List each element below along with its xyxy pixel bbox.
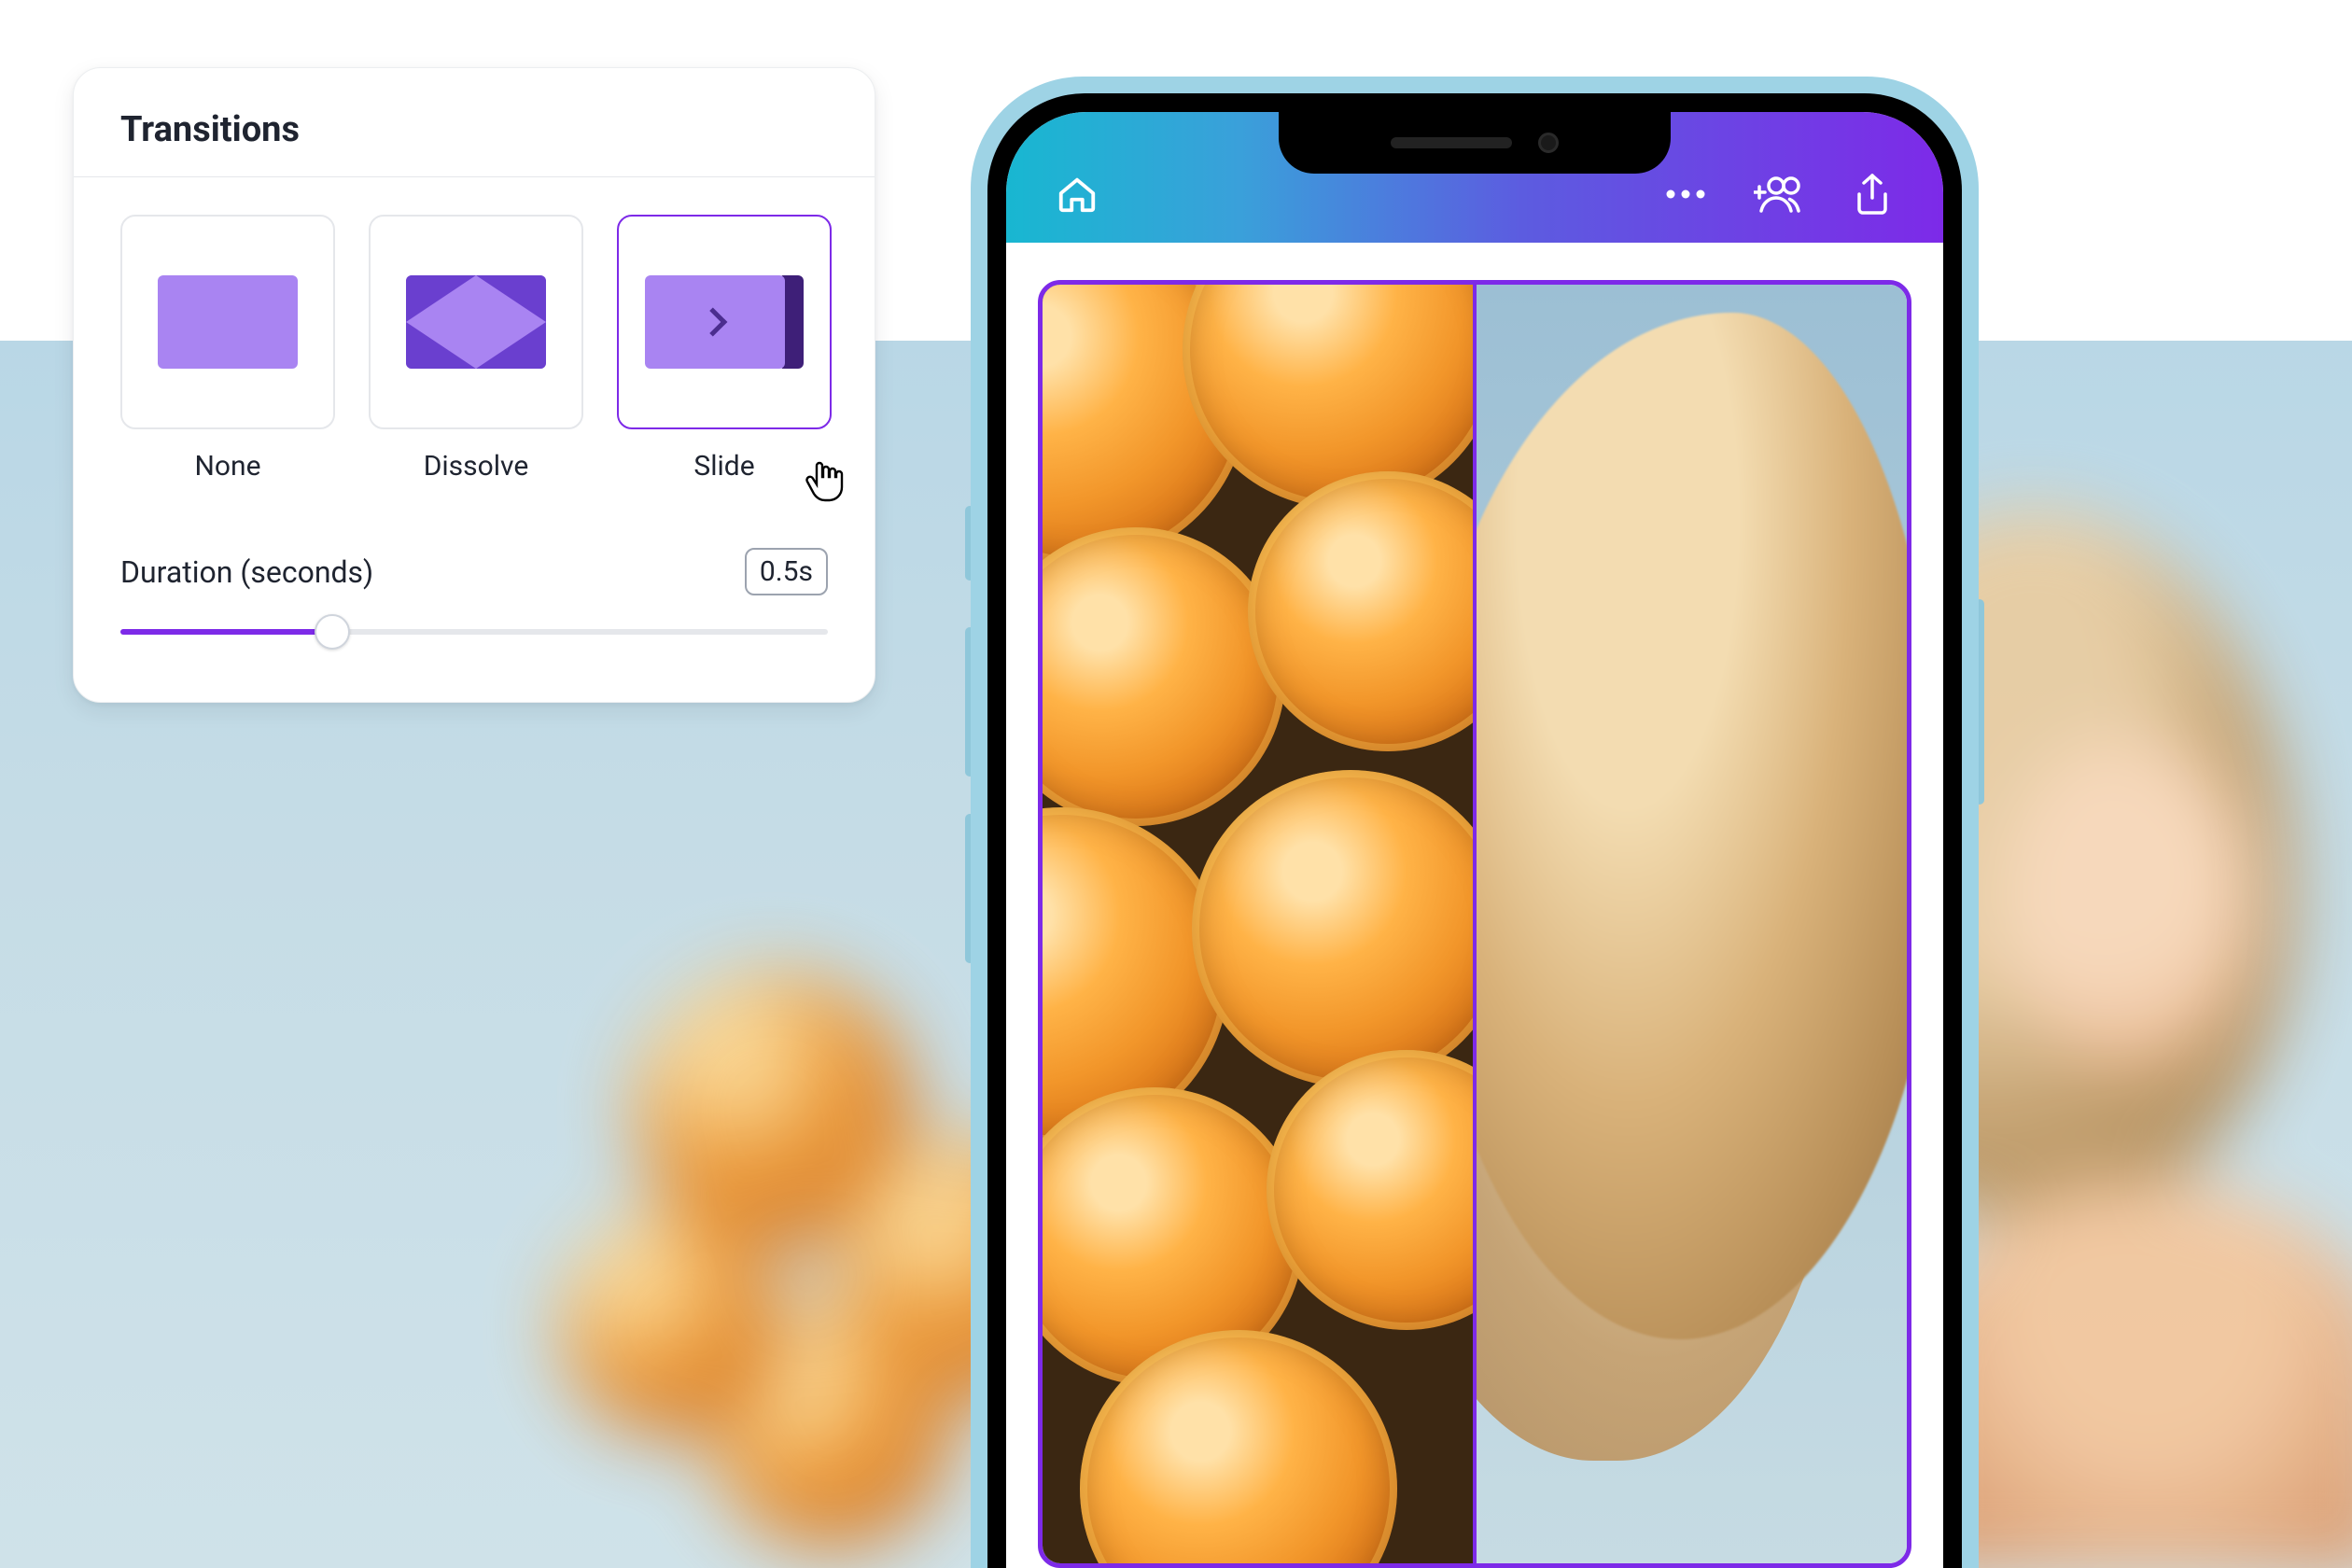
transition-card-slide[interactable] <box>617 215 832 429</box>
slider-fill <box>120 629 332 635</box>
phone-front-camera <box>1538 133 1559 153</box>
preview-dissolve-icon <box>406 275 546 369</box>
duration-label: Duration (seconds) <box>120 554 373 590</box>
duration-slider[interactable] <box>120 616 828 648</box>
preview-slide-icon <box>645 275 804 369</box>
transition-label: Slide <box>617 450 832 483</box>
slider-thumb[interactable] <box>315 614 350 650</box>
transition-option-dissolve[interactable]: Dissolve <box>369 215 583 483</box>
canvas-right-image[interactable] <box>1475 285 1907 1563</box>
add-people-icon <box>1754 174 1804 215</box>
invite-button[interactable] <box>1753 168 1805 220</box>
transition-label: Dissolve <box>369 450 583 483</box>
panel-title: Transitions <box>120 109 828 176</box>
preview-none-icon <box>158 275 298 369</box>
transition-option-none[interactable]: None <box>120 215 335 483</box>
transition-options: None Dissolve Slide <box>120 215 828 483</box>
phone-speaker <box>1391 137 1512 148</box>
phone-screen <box>1006 112 1943 1568</box>
phone-notch <box>1279 112 1671 174</box>
share-icon <box>1852 172 1893 217</box>
home-button[interactable] <box>1051 168 1103 220</box>
transitions-panel: Transitions None Dissolve <box>73 67 875 703</box>
phone-mockup <box>971 77 1979 1568</box>
transition-card-dissolve[interactable] <box>369 215 583 429</box>
home-icon <box>1056 173 1099 216</box>
transition-label: None <box>120 450 335 483</box>
canvas-left-image[interactable] <box>1043 285 1475 1563</box>
editor-canvas-frame[interactable] <box>1038 280 1911 1568</box>
scene-root: Transitions None Dissolve <box>0 0 2352 1568</box>
transition-option-slide[interactable]: Slide <box>617 215 832 483</box>
phone-bezel <box>987 93 1962 1568</box>
duration-value-input[interactable]: 0.5s <box>745 548 828 595</box>
transition-card-none[interactable] <box>120 215 335 429</box>
more-button[interactable] <box>1659 168 1712 220</box>
panel-divider <box>74 176 875 177</box>
more-icon <box>1664 188 1707 201</box>
transition-divider-handle[interactable] <box>1473 285 1477 1563</box>
share-button[interactable] <box>1846 168 1898 220</box>
editor-canvas-area <box>1006 243 1943 1568</box>
duration-row: Duration (seconds) 0.5s <box>120 548 828 595</box>
